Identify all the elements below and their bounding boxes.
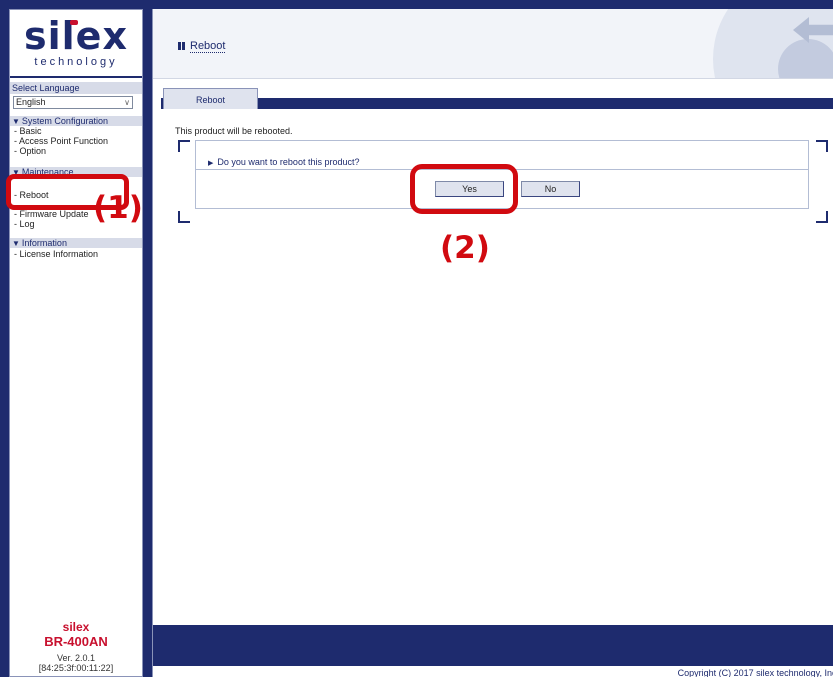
section-title: Information <box>21 238 67 248</box>
triangle-down-icon: ▼ <box>12 239 20 248</box>
page-title: Reboot <box>178 40 226 53</box>
panel-corner <box>178 140 190 152</box>
sidebar: silex technology Select Language English… <box>9 9 143 677</box>
triangle-right-icon: ▶ <box>208 160 214 167</box>
callout-highlight-yes <box>410 164 518 214</box>
page-header: Reboot <box>153 9 833 79</box>
no-button[interactable]: No <box>521 181 580 197</box>
copyright-text: Copyright (C) 2017 silex technology, Inc… <box>677 668 833 677</box>
reboot-question: ▶ Do you want to reboot this product? <box>208 157 359 167</box>
section-information[interactable]: ▼ Information <box>10 237 142 248</box>
title-bullet-icon <box>178 42 186 51</box>
sidebar-item-firmware-update[interactable]: - Firmware Update <box>14 209 89 219</box>
silex-logo: silex technology <box>10 10 142 78</box>
reboot-info-text: This product will be rebooted. <box>175 126 293 136</box>
footer-band <box>153 625 833 666</box>
tab-reboot[interactable]: Reboot <box>163 88 258 109</box>
callout-label-step-2: (2) <box>440 230 490 266</box>
sidebar-item-access-point-function[interactable]: - Access Point Function <box>14 136 108 146</box>
sidebar-item-basic[interactable]: - Basic <box>14 126 42 136</box>
sidebar-item-license-information[interactable]: - License Information <box>14 249 98 259</box>
sidebar-item-log[interactable]: - Log <box>14 219 35 229</box>
firmware-version: Ver. 2.0.1 <box>56 653 96 663</box>
tab-bar: Reboot <box>161 88 833 109</box>
page-title-label: Reboot <box>190 40 226 53</box>
panel-corner <box>816 140 828 152</box>
panel-corner <box>816 211 828 223</box>
section-system-configuration[interactable]: ▼ System Configuration <box>10 115 142 126</box>
section-title: System Configuration <box>21 116 108 126</box>
language-select-value: English <box>16 97 46 107</box>
callout-label-step-1: (1) <box>93 190 143 226</box>
logo-subtitle: technology <box>34 56 118 68</box>
device-info: silex BR-400AN Ver. 2.0.1 [84:25:3f:00:1… <box>10 620 142 673</box>
tab-bar-stripe <box>161 98 833 109</box>
device-brand: silex <box>62 620 90 634</box>
mac-address: [84:25:3f:00:11:22] <box>38 663 114 673</box>
select-language-heading: Select Language <box>10 82 142 94</box>
logo-accent-mark <box>70 20 78 25</box>
reboot-question-text: Do you want to reboot this product? <box>217 157 360 167</box>
device-model: BR-400AN <box>44 634 108 649</box>
panel-corner <box>178 211 190 223</box>
main-content: Reboot Reboot This product will be reboo… <box>152 9 833 677</box>
sidebar-item-option[interactable]: - Option <box>14 146 46 156</box>
language-select[interactable]: English ∨ <box>13 96 133 109</box>
chevron-down-icon: ∨ <box>124 98 130 107</box>
